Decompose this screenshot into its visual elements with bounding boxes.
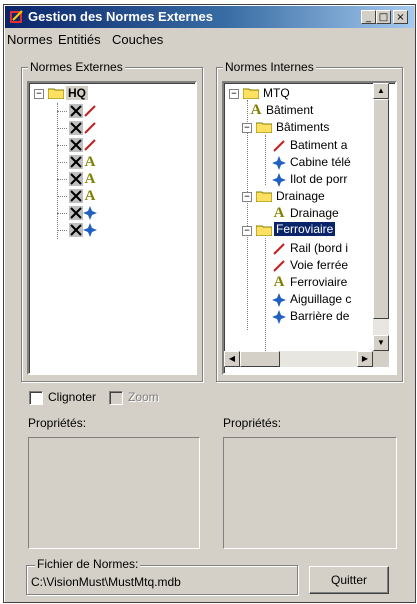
app-icon [10, 10, 23, 23]
normes-internes-group: Normes Internes − MTQ A Bâtiment − Bâtim… [216, 60, 403, 382]
tree-item[interactable]: Bâtiment [266, 103, 313, 117]
tree-item-selected[interactable]: Ferroviaire [274, 222, 336, 236]
scroll-thumb[interactable] [373, 99, 389, 319]
point-icon [272, 156, 286, 170]
folder-icon [256, 191, 272, 202]
folder-icon [256, 122, 272, 133]
tree-item[interactable]: Bâtiments [276, 120, 329, 134]
tree-item[interactable]: Ferroviaire [290, 275, 347, 289]
quit-button[interactable]: Quitter [309, 566, 389, 594]
tree-root-mtq[interactable]: MTQ [263, 86, 290, 100]
line-icon [273, 260, 285, 272]
tree-item[interactable]: Batiment a [290, 138, 347, 152]
fichier-path: C:\VisionMust\MustMtq.mdb [31, 575, 181, 589]
maximize-button[interactable]: □ [376, 10, 391, 24]
normes-externes-group: Normes Externes − HQ A A A [21, 60, 203, 382]
normes-externes-tree[interactable]: − HQ A A A [27, 81, 197, 375]
text-icon: A [273, 205, 285, 221]
text-icon: A [273, 274, 285, 290]
title-bar[interactable]: Gestion des Normes Externes _ □ × [5, 6, 414, 28]
scroll-left-icon[interactable]: ◀ [224, 351, 240, 367]
menu-bar: Normes Entitiés Couches [5, 29, 414, 49]
cross-icon [69, 138, 83, 152]
main-window: Gestion des Normes Externes _ □ × Normes… [3, 4, 416, 603]
folder-icon [243, 88, 259, 99]
point-icon [272, 310, 286, 324]
text-icon: A [250, 102, 262, 118]
zoom-label: Zoom [128, 390, 159, 404]
window-title: Gestion des Normes Externes [28, 9, 213, 24]
cross-icon [69, 172, 83, 186]
text-icon: A [84, 188, 96, 204]
point-icon [83, 223, 97, 237]
fichier-label: Fichier de Normes: [35, 557, 141, 571]
cross-icon [69, 121, 83, 135]
horizontal-scrollbar[interactable]: ◀ ▶ [224, 351, 373, 367]
tree-item[interactable]: Drainage [276, 189, 325, 203]
normes-internes-tree[interactable]: − MTQ A Bâtiment − Bâtiments Batiment a … [222, 81, 397, 375]
text-icon: A [84, 154, 96, 170]
zoom-checkbox[interactable] [109, 391, 123, 405]
collapse-icon[interactable]: − [242, 123, 252, 133]
cross-icon [69, 206, 83, 220]
clignoter-checkbox[interactable] [29, 391, 43, 405]
folder-icon [48, 88, 64, 99]
normes-internes-label: Normes Internes [223, 60, 316, 74]
menu-entities[interactable]: Entitiés [58, 32, 101, 47]
tree-item[interactable]: Voie ferrée [290, 258, 348, 272]
scroll-corner [373, 351, 389, 367]
tree-item[interactable]: Cabine télé [290, 155, 351, 169]
text-icon: A [84, 171, 96, 187]
proprietes-left-panel [28, 437, 200, 549]
proprietes-left-label: Propriétés: [28, 416, 87, 430]
tree-item[interactable]: Barrière de [290, 309, 349, 323]
collapse-icon[interactable]: − [229, 89, 239, 99]
tree-item[interactable]: Aiguillage c [290, 292, 351, 306]
point-icon [83, 206, 97, 220]
close-button[interactable]: × [393, 10, 408, 24]
menu-couches[interactable]: Couches [112, 32, 163, 47]
collapse-icon[interactable]: − [34, 89, 44, 99]
cross-icon [69, 189, 83, 203]
line-icon [273, 243, 285, 255]
proprietes-right-label: Propriétés: [223, 416, 282, 430]
tree-item[interactable]: Ilot de porr [290, 172, 347, 186]
minimize-button[interactable]: _ [361, 10, 376, 24]
line-icon [84, 105, 96, 117]
vertical-scrollbar[interactable]: ▲ ▼ [373, 83, 389, 351]
cross-icon [69, 223, 83, 237]
folder-open-icon [256, 225, 272, 236]
collapse-icon[interactable]: − [242, 192, 252, 202]
tree-item[interactable]: Drainage [290, 206, 339, 220]
clignoter-label: Clignoter [48, 390, 97, 404]
line-icon [84, 122, 96, 134]
fichier-group: Fichier de Normes: C:\VisionMust\MustMtq… [26, 557, 298, 595]
line-icon [273, 140, 285, 152]
scroll-up-icon[interactable]: ▲ [373, 83, 389, 99]
menu-normes[interactable]: Normes [7, 32, 53, 47]
tree-root-hq[interactable]: HQ [66, 86, 88, 100]
normes-externes-label: Normes Externes [28, 60, 125, 74]
tree-item[interactable]: Rail (bord i [290, 241, 348, 255]
proprietes-right-panel [223, 437, 397, 549]
scroll-right-icon[interactable]: ▶ [357, 351, 373, 367]
cross-icon [69, 104, 83, 118]
point-icon [272, 173, 286, 187]
scroll-down-icon[interactable]: ▼ [373, 335, 389, 351]
collapse-icon[interactable]: − [242, 226, 252, 236]
point-icon [272, 293, 286, 307]
scroll-thumb[interactable] [240, 351, 280, 367]
line-icon [84, 139, 96, 151]
cross-icon [69, 155, 83, 169]
